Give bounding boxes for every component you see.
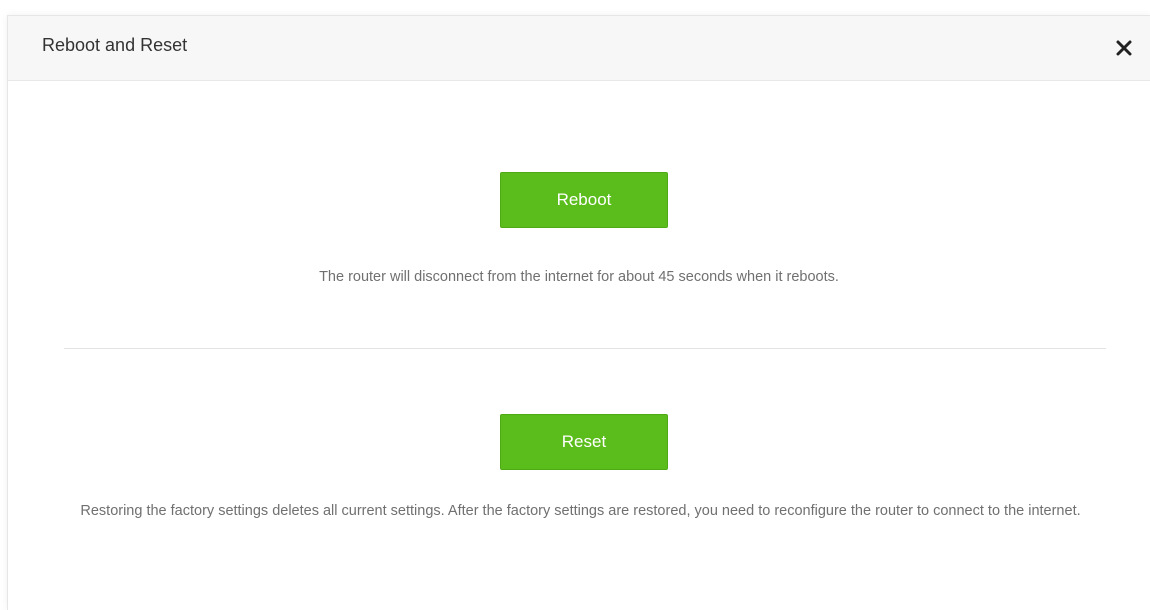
reboot-reset-dialog: Reboot and Reset Reboot The router will …	[7, 15, 1150, 610]
section-divider	[64, 348, 1106, 349]
reboot-button[interactable]: Reboot	[500, 172, 668, 228]
dialog-header: Reboot and Reset	[8, 16, 1150, 81]
close-icon[interactable]	[1112, 36, 1136, 60]
reboot-description: The router will disconnect from the inte…	[319, 269, 839, 285]
reset-button[interactable]: Reset	[500, 414, 668, 470]
reset-description: Restoring the factory settings deletes a…	[80, 503, 1081, 519]
close-icon-glyph	[1116, 40, 1132, 56]
dialog-title: Reboot and Reset	[42, 35, 188, 55]
